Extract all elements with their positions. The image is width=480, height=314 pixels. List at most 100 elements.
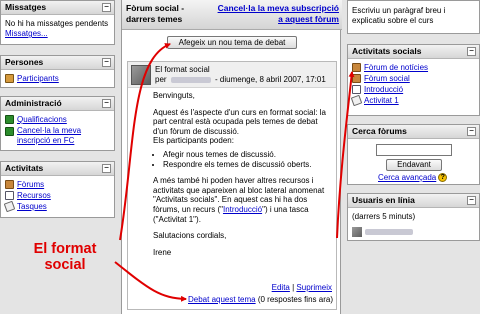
grades-icon — [5, 115, 14, 124]
post-paragraph-2: Els participants poden: — [153, 136, 234, 146]
forums-label: Fòrums — [17, 180, 45, 189]
annotation-line-2: social — [44, 257, 86, 273]
activities-block-title: Activitats — [5, 163, 44, 173]
grades-label: Qualificacions — [17, 115, 67, 124]
user-avatar — [352, 226, 362, 237]
delete-link[interactable]: Suprimeix — [296, 283, 332, 292]
post-header: El format social per - diumenge, 8 abril… — [128, 62, 336, 88]
summary-block: Escriviu un paràgraf breu i explicatiu s… — [347, 0, 480, 34]
admin-block: Administració − Qualificacions Cancel·la… — [0, 96, 115, 151]
add-discussion-button[interactable]: Afegeix un nou tema de debat — [167, 36, 297, 49]
search-forums-header: Cerca fòrums − — [348, 125, 479, 139]
forum-icon — [352, 74, 361, 83]
post-paragraph-3: A més també hi poden haver altres recurs… — [153, 176, 334, 224]
social-activities-block: Activitats socials − Fòrum de notícies F… — [347, 44, 480, 116]
course-summary: Escriviu un paràgraf breu i explicatiu s… — [352, 6, 446, 25]
post-by: per — [155, 75, 167, 84]
advanced-search-row: Cerca avançada ? — [378, 173, 448, 182]
online-users-subtitle: (darrers 5 minuts) — [352, 212, 416, 221]
post-bullet: Afegir nous temes de discussió. — [163, 150, 334, 160]
messages-text: No hi ha missatges pendents — [5, 19, 109, 28]
collapse-icon[interactable]: − — [467, 127, 476, 136]
forum-title: Fòrum social - darrers temes — [126, 3, 185, 24]
post-body: Benvinguts, Aquest és l'aspecte d'un cur… — [153, 91, 334, 264]
social-activities-header: Activitats socials − — [348, 45, 479, 59]
messages-link[interactable]: Missatges... — [5, 29, 110, 38]
unenrol-icon — [5, 127, 14, 136]
post-date: - diumenge, 8 abril 2007, 17:01 — [215, 75, 326, 84]
messages-block-title: Missatges — [5, 2, 47, 12]
collapse-icon[interactable]: − — [467, 47, 476, 56]
forum-header: Fòrum social - darrers temes Cancel·la l… — [122, 0, 342, 30]
collapse-icon[interactable]: − — [467, 196, 476, 205]
annotation-label: El format social — [20, 241, 110, 273]
news-forum-link[interactable]: Fòrum de notícies — [352, 62, 475, 73]
assignments-label: Tasques — [17, 202, 47, 211]
intro-link[interactable]: Introducció — [223, 205, 262, 214]
search-forums-title: Cerca fòrums — [352, 126, 407, 136]
advanced-search-link[interactable]: Cerca avançada — [378, 173, 436, 182]
discuss-row: Debat aquest tema (0 respostes fins ara) — [188, 295, 333, 304]
online-users-block: Usuaris en línia − (darrers 5 minuts) — [347, 193, 480, 241]
admin-block-header: Administració − — [1, 97, 114, 111]
messages-block-header: Missatges − — [1, 1, 114, 15]
discuss-link[interactable]: Debat aquest tema — [188, 295, 256, 304]
online-users-title: Usuaris en línia — [352, 195, 415, 205]
people-block-header: Persones − — [1, 56, 114, 70]
intro-resource-link[interactable]: Introducció — [352, 84, 475, 95]
resources-link[interactable]: Recursos — [5, 190, 110, 201]
people-block-title: Persones — [5, 57, 44, 67]
collapse-icon[interactable]: − — [102, 58, 111, 67]
unenrol-link[interactable]: Cancel·la la meva inscripció en FC — [5, 126, 110, 145]
forums-link[interactable]: Fòrums — [5, 179, 110, 190]
collapse-icon[interactable]: − — [102, 164, 111, 173]
post-actions: Edita | Suprimeix — [272, 283, 332, 292]
assignments-link[interactable]: Tasques — [3, 200, 110, 213]
replies-count: (0 respostes fins ara) — [257, 295, 333, 304]
post-paragraph-1: Aquest és l'aspecte d'un curs en format … — [153, 107, 326, 136]
participants-link[interactable]: Participants — [5, 73, 110, 84]
post-greeting: Benvinguts, — [153, 91, 195, 100]
post-subject: El format social — [155, 65, 210, 74]
post-bullet: Respondre els temes de discussió oberts. — [163, 160, 334, 170]
post-signature: Irene — [153, 247, 172, 257]
activity-1-link[interactable]: Activitat 1 — [350, 94, 475, 107]
unsubscribe-link[interactable]: Cancel·la la meva subscripció a aquest f… — [214, 3, 339, 25]
social-forum-link[interactable]: Fòrum social — [352, 73, 475, 84]
collapse-icon[interactable]: − — [102, 99, 111, 108]
author-name-redacted[interactable] — [170, 76, 211, 83]
resources-label: Recursos — [17, 191, 51, 200]
search-input[interactable] — [376, 144, 452, 156]
post-meta: per - diumenge, 8 abril 2007, 17:01 — [155, 75, 326, 84]
messages-block: Missatges − No hi ha missatges pendents … — [0, 0, 115, 45]
people-block: Persones − Participants — [0, 55, 115, 88]
activities-block-header: Activitats − — [1, 162, 114, 176]
search-forums-block: Cerca fòrums − Endavant Cerca avançada ? — [347, 124, 480, 185]
post-bullet-list: Afegir nous temes de discussió. Respondr… — [163, 150, 334, 169]
edit-link[interactable]: Edita — [272, 283, 290, 292]
center-column: Fòrum social - darrers temes Cancel·la l… — [121, 0, 342, 314]
search-go-button[interactable]: Endavant — [386, 159, 442, 171]
social-activities-title: Activitats socials — [352, 46, 422, 56]
collapse-icon[interactable]: − — [102, 3, 111, 12]
participants-label: Participants — [17, 74, 59, 83]
news-forum-label: Fòrum de notícies — [364, 63, 429, 72]
intro-resource-label: Introducció — [364, 85, 404, 94]
avatar[interactable] — [131, 65, 151, 85]
forum-post: El format social per - diumenge, 8 abril… — [127, 61, 337, 310]
actions-separator: | — [292, 283, 295, 292]
admin-block-title: Administració — [5, 98, 62, 108]
assignment-icon — [3, 200, 16, 213]
people-icon — [5, 74, 14, 83]
resource-icon — [5, 191, 14, 200]
unenrol-label: Cancel·la la meva inscripció en FC — [17, 126, 82, 145]
document-icon — [352, 85, 361, 94]
forum-icon — [352, 63, 361, 72]
post-closing: Salutacions cordials, — [153, 231, 227, 241]
online-user-name-redacted[interactable] — [365, 228, 413, 235]
assignment-icon — [350, 94, 363, 107]
forum-icon — [5, 180, 14, 189]
grades-link[interactable]: Qualificacions — [5, 114, 110, 125]
help-icon[interactable]: ? — [438, 173, 448, 182]
online-user-row[interactable] — [352, 226, 475, 237]
